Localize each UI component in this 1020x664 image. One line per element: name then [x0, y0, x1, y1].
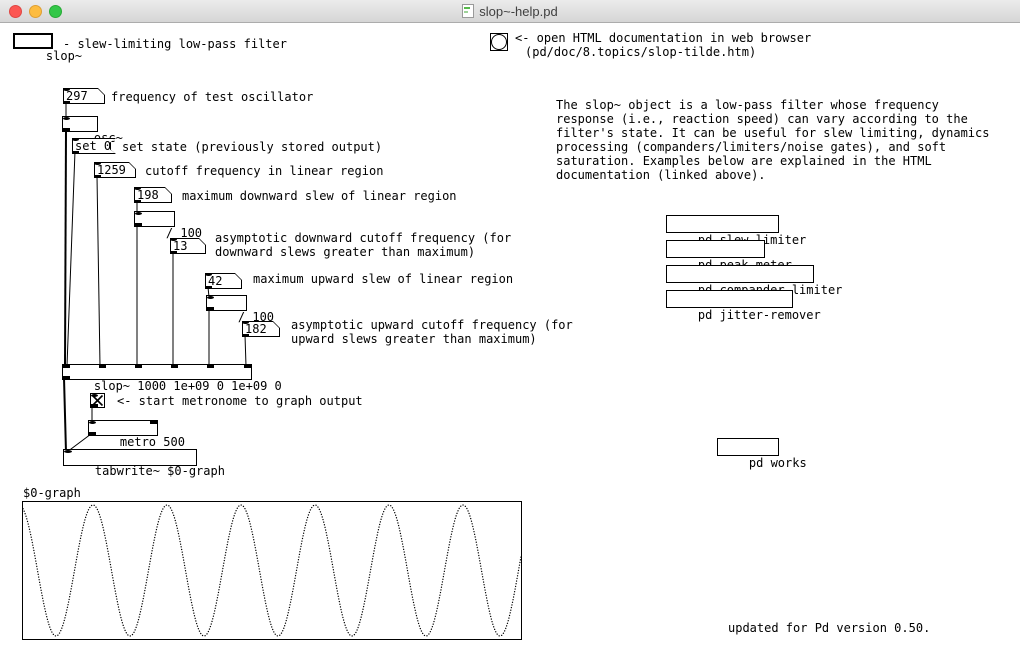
title-bar[interactable]: slop~-help.pd	[0, 0, 1020, 23]
asympdown-number-box[interactable]: 13	[170, 238, 206, 254]
pd-file-icon	[462, 4, 474, 18]
freq-number-box[interactable]: 297	[63, 88, 105, 104]
metro-toggle[interactable]	[90, 393, 105, 408]
metro-object: metro 500	[88, 420, 158, 436]
asympup-comment: asymptotic upward cutoff frequency (for …	[291, 318, 591, 346]
subject-comment: - slew-limiting low-pass filter	[63, 37, 287, 51]
set-state-comment: set state (previously stored output)	[122, 140, 382, 154]
doc-link-comment-line2: (pd/doc/8.topics/slop-tilde.htm)	[525, 45, 756, 59]
set-state-message[interactable]: set 0	[72, 138, 116, 154]
downslew-number-box[interactable]: 198	[134, 187, 172, 203]
window-title-area: slop~-help.pd	[0, 0, 1020, 22]
upslew-number-box[interactable]: 42	[205, 273, 242, 289]
window-title: slop~-help.pd	[479, 4, 557, 19]
sine-wave-plot	[23, 502, 521, 639]
tabwrite-object: tabwrite~ $0-graph	[63, 449, 197, 466]
asympdown-comment: asymptotic downward cutoff frequency (fo…	[215, 231, 527, 259]
cutoff-number-box[interactable]: 1259	[94, 162, 136, 178]
subpatch-works[interactable]: pd works	[717, 438, 779, 456]
slop-subject-object: slop~	[13, 33, 53, 49]
divide-100-object-2: / 100	[206, 295, 247, 311]
output-graph	[22, 501, 522, 640]
version-footer: updated for Pd version 0.50.	[728, 621, 930, 635]
metro-comment: <- start metronome to graph output	[117, 394, 363, 408]
osc-object: osc~	[62, 116, 98, 132]
freq-comment: frequency of test oscillator	[111, 90, 313, 104]
bang-circle-icon	[491, 34, 507, 50]
open-docs-bang-button[interactable]	[490, 33, 508, 51]
cutoff-comment: cutoff frequency in linear region	[145, 164, 383, 178]
subpatch-jitter-remover[interactable]: pd jitter-remover	[666, 290, 793, 308]
doc-link-comment-line1: <- open HTML documentation in web browse…	[515, 31, 811, 45]
divide-100-object-1: / 100	[134, 211, 175, 227]
downslew-comment: maximum downward slew of linear region	[182, 189, 457, 203]
subpatch-peak-meter[interactable]: pd peak-meter	[666, 240, 765, 258]
pd-patch-window: slop~-help.pd slop~ - slew-limiting low-…	[0, 0, 1020, 664]
slop-main-object: slop~ 1000 1e+09 0 1e+09 0	[62, 364, 252, 380]
upslew-comment: maximum upward slew of linear region	[253, 272, 513, 286]
asympup-number-box[interactable]: 182	[242, 321, 280, 337]
subpatch-compander-limiter[interactable]: pd compander-limiter	[666, 265, 814, 283]
subpatch-slew-limiter[interactable]: pd slew-limiter	[666, 215, 779, 233]
